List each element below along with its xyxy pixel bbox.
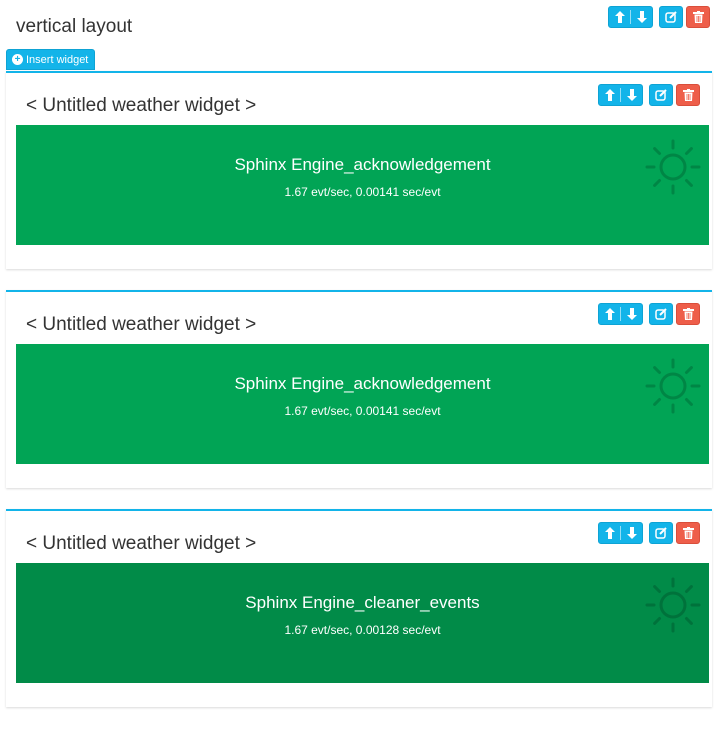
trash-icon [682,308,694,320]
widget-title: < Untitled weather widget > [26,95,257,116]
insert-widget-button[interactable]: + Insert widget [6,49,96,70]
layout-title: vertical layout [16,16,133,37]
arrow-down-icon[interactable] [631,7,652,27]
widget-delete-button[interactable] [676,303,700,325]
weather-metric-stats: 1.67 evt/sec, 0.00141 sec/evt [284,404,441,418]
widget-title: < Untitled weather widget > [26,314,257,335]
sun-icon [645,139,701,195]
widget-title: < Untitled weather widget > [26,533,257,554]
widget-edit-button[interactable] [649,303,673,325]
weather-metric-name: Sphinx Engine_acknowledgement [234,155,491,174]
widget-edit-button[interactable] [649,522,673,544]
edit-icon [655,308,667,320]
trash-icon [692,11,704,23]
sun-icon [645,358,701,414]
widget-edit-button[interactable] [649,84,673,106]
widget-delete-button[interactable] [676,84,700,106]
weather-metric-name: Sphinx Engine_acknowledgement [234,374,491,393]
arrow-down-icon[interactable] [621,523,642,543]
trash-icon [682,527,694,539]
widget-panel-2: < Untitled weather widget > Sphinx Engin… [6,290,712,488]
trash-icon [682,89,694,101]
arrow-up-icon[interactable] [599,523,620,543]
arrow-up-icon[interactable] [599,304,620,324]
widget-delete-button[interactable] [676,522,700,544]
arrow-down-icon[interactable] [621,85,642,105]
weather-metric-name: Sphinx Engine_cleaner_events [245,593,480,612]
arrow-up-icon[interactable] [609,7,630,27]
plus-circle-icon: + [12,54,23,65]
arrow-up-icon[interactable] [599,85,620,105]
arrow-down-icon[interactable] [621,304,642,324]
insert-widget-label: Insert widget [26,53,89,66]
widget-move-buttons[interactable] [598,84,643,106]
weather-status-box: Sphinx Engine_acknowledgement 1.67 evt/s… [16,125,709,245]
weather-status-box: Sphinx Engine_cleaner_events 1.67 evt/se… [16,563,709,683]
layout-move-buttons[interactable] [608,6,653,28]
weather-metric-stats: 1.67 evt/sec, 0.00128 sec/evt [284,623,441,637]
sun-icon [645,577,701,633]
widget-panel-3: < Untitled weather widget > Sphinx Engin… [6,509,712,707]
edit-icon [655,527,667,539]
widget-move-buttons[interactable] [598,303,643,325]
layout-delete-button[interactable] [686,6,710,28]
layout-edit-button[interactable] [659,6,683,28]
widget-move-buttons[interactable] [598,522,643,544]
weather-status-box: Sphinx Engine_acknowledgement 1.67 evt/s… [16,344,709,464]
edit-icon [655,89,667,101]
widget-panel-1: < Untitled weather widget > Sphinx Engin… [6,71,712,269]
edit-icon [665,11,677,23]
weather-metric-stats: 1.67 evt/sec, 0.00141 sec/evt [284,185,441,199]
